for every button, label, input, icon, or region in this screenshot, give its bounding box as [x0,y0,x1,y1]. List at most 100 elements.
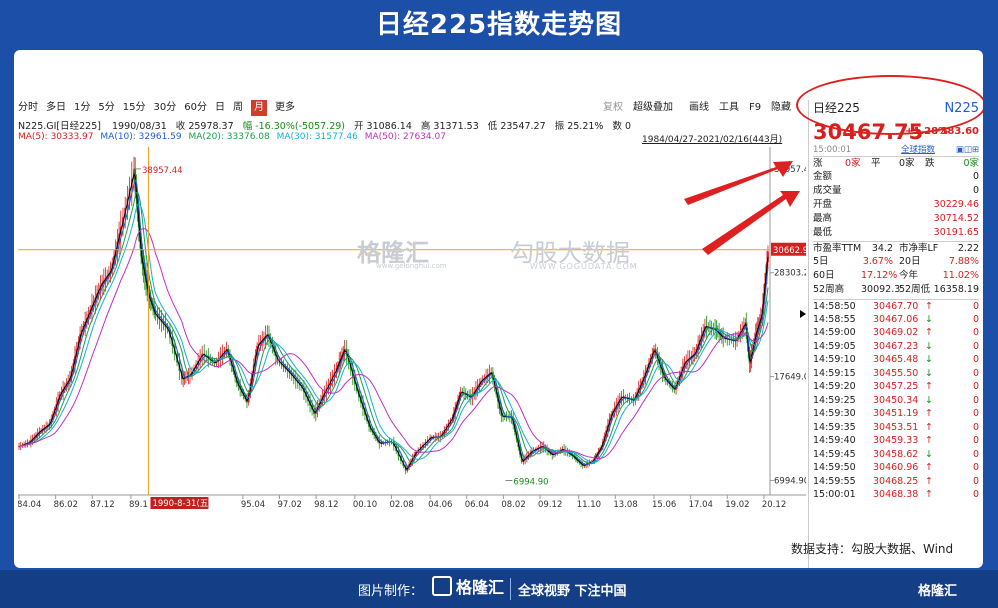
tick-time: 14:59:45 [813,448,856,460]
x-tick-label: 11.10 [577,500,601,510]
ratio-value-1: 3.67% [862,256,893,267]
arrow-down-icon: ↓ [925,367,933,379]
ratio-value-1: 17.12% [861,270,898,281]
tick-volume: 0 [972,313,979,325]
ratio-label-2: 52周低 [899,284,931,295]
period-tab-9[interactable]: 月 [250,100,267,116]
period-tab-1[interactable]: 多日 [46,100,66,116]
stat-1-label: 成交量 [813,185,842,196]
arrow-down-icon: ↓ [925,340,933,352]
tick-price: 30451.19 [873,408,919,419]
tick-price: 30465.48 [873,354,919,365]
tick-time: 14:59:55 [813,475,856,487]
high-label: 高 31371.53 [420,121,479,132]
price-chart[interactable]: 38957.44 28303.26 17649.08 6994.90 84.04 86.0… [18,147,806,514]
ma5-label: MA(5): 30333.97 [18,132,94,142]
tick-time: 15:00:01 [813,489,856,500]
stat-4-value: 30191.65 [933,227,979,238]
stat-2-label: 开盘 [813,199,833,210]
data-source: 数据支持：勾股大数据、Wind [791,542,954,556]
period-tab-4[interactable]: 15分 [123,100,146,116]
change-label: 幅 -16.30%(-5057.29) [242,121,345,132]
x-tick-label: 04.06 [428,500,452,510]
tick-row: 14:59:20 30457.25 ↑ 0 [813,380,979,393]
period-tab-10[interactable]: 更多 [275,100,295,116]
tool-button-1[interactable]: 超级叠加 [633,100,673,116]
arrow-up-icon: ↑ [925,327,933,338]
stat-0-value: 0 [972,171,979,182]
footer-slogan: 全球视野 下注中国 [518,584,627,599]
flat-label: 平 [871,158,881,169]
price-highlight-ellipse [796,75,983,135]
tick-price: 30450.34 [873,394,919,406]
stat-4-label: 最低 [813,227,833,238]
x-tick-label: 13.08 [613,500,637,510]
low-label: 低 23547.27 [487,121,546,132]
ma20-label: MA(20): 33376.08 [188,132,270,142]
open-label: 开 31086.14 [354,121,412,132]
tick-price: 30468.25 [873,475,919,487]
tick-volume: 0 [972,381,979,392]
x-tick-label: 97.02 [278,500,302,510]
period-tab-0[interactable]: 分时 [18,100,38,116]
brand-logo-icon [432,576,452,596]
ratio-label-1: 5日 [813,256,829,267]
tick-row: 14:59:00 30469.02 ↑ 0 [813,326,979,339]
date-range-link[interactable]: 1984/04/27-2021/02/16(443月) [642,132,782,145]
tick-row: 14:59:05 30467.23 ↓ 0 [813,340,979,353]
tool-button-3[interactable]: 工具 [719,100,739,116]
tick-price: 30453.51 [873,421,919,433]
tick-volume: 0 [972,489,979,500]
y-tick-label: 17649.08 [774,373,806,383]
ratio-label-1: 52周高 [813,284,845,295]
ratio-value-2: 16358.19 [933,284,979,295]
period-tab-6[interactable]: 60分 [184,100,207,116]
ratio-row: 60日 17.12% 今年 11.02% [813,269,979,282]
tick-price: 30458.62 [873,448,919,460]
tick-price: 30460.96 [873,462,919,473]
code-label: N225.GI[日经225] [18,121,101,132]
ratio-row: 市盈率TTM 34.2 市净率LF 2.22 [813,241,979,255]
ratio-row: 52周高 30092.3 52周低 16358.19 [813,283,979,296]
tick-price: 30457.25 [873,381,919,392]
tick-price: 30459.33 [873,435,919,446]
tick-time: 14:59:15 [813,367,856,379]
rise-count: 0家 [845,158,861,169]
tick-volume: 0 [972,367,979,379]
chart-card: 分时 多日 1分 5分 15分 30分 60分日周月更多 复权 超级叠加 画线 工具 F9 隐藏 N22… [14,50,983,568]
stat-0-label: 金额 [813,171,833,182]
y-tick-label: 28303.26 [774,269,806,279]
tick-volume: 0 [972,462,979,473]
tool-button-4[interactable]: F9 [749,100,761,116]
footer-brand: 格隆汇 [432,575,504,601]
tick-row: 14:59:30 30451.19 ↑ 0 [813,407,979,420]
x-tick-label: 87.12 [90,500,114,510]
quote-panel: 日经225 N225 30467.75 +383.60 +1.28% 15:00… [808,100,983,568]
period-tab-2[interactable]: 1分 [74,100,90,116]
tool-button-5[interactable]: 隐藏 [771,100,791,116]
arrow-up-icon: ↑ [925,462,933,473]
period-tab-3[interactable]: 5分 [98,100,114,116]
ratio-label-2: 20日 [899,256,921,267]
ratio-label-2: 今年 [899,270,919,281]
stat-3-row: 最高 30714.52 [813,212,979,225]
tick-time: 14:59:40 [813,435,856,446]
period-tab-5[interactable]: 30分 [153,100,176,116]
x-tick-label: 09.12 [538,500,562,510]
footer-divider [510,578,511,600]
tool-button-2[interactable]: 画线 [689,100,709,116]
tick-time: 14:59:30 [813,408,856,419]
tick-price: 30469.02 [873,327,919,338]
tick-row: 14:59:35 30453.51 ↑ 0 [813,421,979,434]
tick-time: 14:59:20 [813,381,856,392]
period-tab-8[interactable]: 周 [233,100,243,116]
tick-row: 15:00:01 30468.38 ↑ 0 [813,488,979,501]
tool-button-0[interactable]: 复权 [603,100,623,116]
tick-volume: 0 [972,421,979,433]
amplitude-label: 振 25.21% [554,121,604,132]
collapse-panel-arrow-icon[interactable] [800,310,806,318]
tick-volume: 0 [972,394,979,406]
period-tab-7[interactable]: 日 [215,100,225,116]
fall-label: 跌 [925,158,935,169]
tick-time: 14:59:00 [813,327,856,338]
